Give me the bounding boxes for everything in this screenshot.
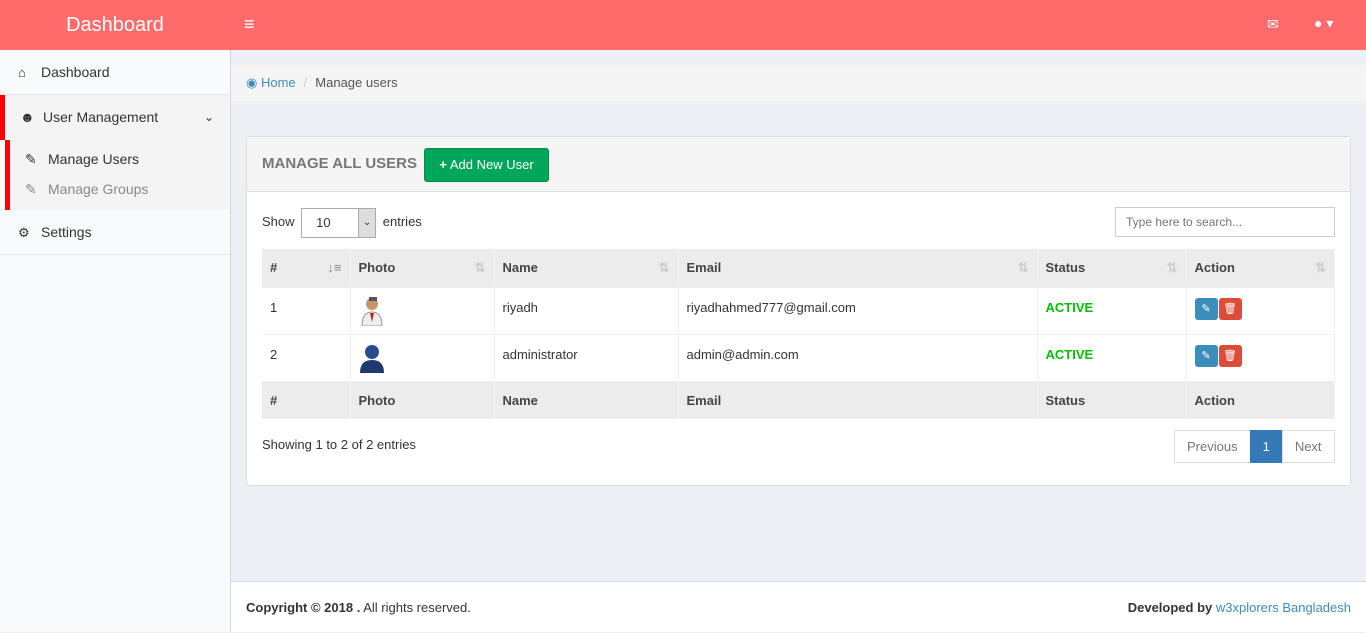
chevron-down-icon: ⌄ — [203, 110, 214, 124]
home-icon: ⌂ — [18, 65, 26, 80]
status-badge: ACTIVE — [1037, 286, 1187, 334]
sort-icon: ⇅ — [1315, 260, 1326, 275]
footer-email: Email — [678, 381, 1038, 419]
footer-photo: Photo — [350, 381, 495, 419]
sort-asc-icon: ↓≡ — [327, 260, 342, 275]
cell-email: admin@admin.com — [678, 333, 1038, 381]
company-link[interactable]: w3xplorers Bangladesh — [1216, 600, 1351, 615]
sidebar-item-label: Dashboard — [41, 64, 110, 80]
edit-button[interactable]: ✎ — [1194, 297, 1218, 320]
user-icon: ● — [1314, 15, 1323, 31]
cell-actions: ✎ 🗑 — [1186, 333, 1335, 381]
edit-icon: ✎ — [25, 181, 37, 197]
previous-button[interactable]: Previous — [1174, 430, 1251, 463]
table-row: 2 administrator admin@admin.com ACTIVE ✎… — [262, 333, 1335, 381]
breadcrumb: ◉ Home / Manage users — [231, 65, 1366, 101]
users-icon: ☻ — [20, 109, 35, 125]
caret-down-icon: ▾ — [1326, 15, 1334, 31]
rights-text: All rights reserved. — [360, 600, 471, 615]
user-avatar — [360, 296, 383, 326]
add-button-label: Add New User — [449, 157, 534, 172]
entries-label: entries — [382, 214, 422, 229]
sort-icon: ⇅ — [1166, 260, 1178, 275]
sidebar-item-label: Manage Users — [48, 151, 140, 167]
footer-action: Action — [1186, 381, 1335, 419]
column-header-action[interactable]: Action ⇅ — [1186, 249, 1335, 287]
dashboard-icon: ◉ — [246, 75, 258, 90]
sidebar-item-manage-groups[interactable]: ✎ Manage Groups — [10, 174, 230, 204]
edit-button[interactable]: ✎ — [1194, 344, 1218, 367]
sidebar-item-label: Manage Groups — [48, 181, 149, 197]
search-input[interactable] — [1115, 207, 1335, 237]
menu-toggle-icon[interactable]: ≡ — [244, 14, 255, 35]
user-avatar — [359, 344, 384, 373]
sort-icon: ⇅ — [1017, 260, 1029, 275]
pagination: Previous 1 Next — [1174, 430, 1335, 463]
edit-icon: ✎ — [25, 151, 37, 167]
footer-name: Name — [494, 381, 679, 419]
users-box: MANAGE ALL USERS + Add New User Show 10 ⌄… — [246, 136, 1351, 486]
footer-status: Status — [1037, 381, 1187, 419]
column-header-name[interactable]: Name ⇅ — [494, 249, 679, 287]
cell-name: administrator — [494, 333, 679, 381]
sort-icon: ⇅ — [474, 260, 486, 275]
sidebar-item-dashboard[interactable]: ⌂ Dashboard — [0, 50, 230, 95]
footer: Copyright © 2018 . All rights reserved. … — [231, 581, 1366, 632]
column-header-id[interactable]: # ↓≡ — [262, 249, 351, 287]
column-header-photo[interactable]: Photo ⇅ — [350, 249, 495, 287]
breadcrumb-separator: / — [303, 75, 308, 90]
table-footer-row: # Photo Name Email Status Action — [262, 381, 1335, 419]
submenu: ✎ Manage Users ✎ Manage Groups — [5, 140, 230, 210]
cell-actions: ✎ 🗑 — [1186, 286, 1335, 334]
gears-icon: ⚙ — [18, 225, 30, 240]
sidebar-item-user-management[interactable]: ☻ User Management ⌄ — [0, 95, 230, 140]
sidebar-item-label: User Management — [43, 109, 159, 125]
table-row: 1 riyadh riyadhahmed777@gmail.com ACTIVE… — [262, 286, 1335, 334]
mail-icon[interactable]: ✉ — [1267, 16, 1279, 33]
cell-id: 1 — [262, 286, 351, 334]
cell-email: riyadhahmed777@gmail.com — [678, 286, 1038, 334]
cell-photo — [350, 333, 495, 381]
sidebar: ⌂ Dashboard ☻ User Management ⌄ ✎ Manage Use… — [0, 50, 231, 632]
user-menu[interactable]: ● ▾ — [1314, 15, 1333, 32]
cell-name: riyadh — [494, 286, 679, 334]
cell-id: 2 — [262, 333, 351, 381]
column-header-status[interactable]: Status ⇅ — [1037, 249, 1187, 287]
delete-button[interactable]: 🗑 — [1218, 297, 1242, 320]
show-label: Show — [262, 214, 295, 229]
copyright: Copyright © 2018 . — [246, 600, 361, 615]
sort-icon: ⇅ — [658, 260, 670, 275]
chevron-down-icon: ⌄ — [358, 208, 376, 237]
next-button[interactable]: Next — [1281, 430, 1335, 463]
breadcrumb-home-label: Home — [260, 75, 296, 90]
status-badge: ACTIVE — [1037, 333, 1187, 381]
sidebar-item-settings[interactable]: ⚙ Settings — [0, 210, 230, 255]
entries-length: Show 10 ⌄ entries — [262, 207, 422, 238]
breadcrumb-home[interactable]: ◉ Home — [246, 75, 296, 90]
column-header-email[interactable]: Email ⇅ — [678, 249, 1038, 287]
entries-select[interactable]: 10 ⌄ — [301, 207, 377, 238]
sidebar-item-manage-users[interactable]: ✎ Manage Users — [10, 144, 230, 174]
footer-id: # — [262, 381, 351, 419]
developed-by: Developed by — [1127, 600, 1216, 615]
logo[interactable]: Dashboard — [0, 0, 230, 50]
sidebar-item-label: Settings — [41, 224, 92, 240]
box-title: MANAGE ALL USERS — [262, 155, 418, 172]
box-header: MANAGE ALL USERS + Add New User — [247, 137, 1350, 192]
table-info: Showing 1 to 2 of 2 entries — [262, 437, 416, 452]
users-table: # ↓≡ Photo ⇅ Name ⇅ Email ⇅ Status ⇅ Action ⇅ … — [262, 249, 1335, 419]
cell-photo — [350, 286, 495, 334]
delete-button[interactable]: 🗑 — [1218, 344, 1242, 367]
add-new-user-button[interactable]: + Add New User — [424, 148, 549, 182]
page-1-button[interactable]: 1 — [1249, 430, 1283, 463]
entries-value: 10 — [316, 214, 331, 230]
breadcrumb-current: Manage users — [315, 75, 398, 90]
plus-icon: + — [439, 157, 447, 172]
top-header: Dashboard ≡ ✉ ● ▾ — [0, 0, 1366, 50]
